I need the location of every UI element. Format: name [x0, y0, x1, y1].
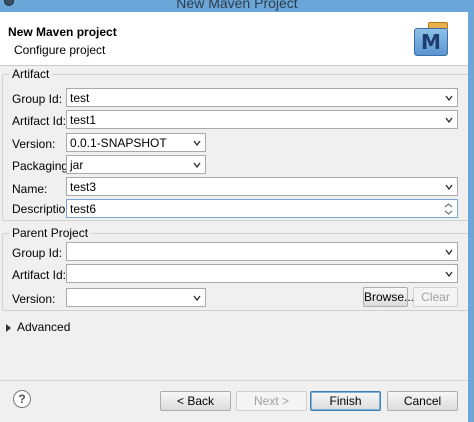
help-icon[interactable]: ? [13, 390, 31, 408]
version-label: Version: [12, 137, 56, 151]
expand-triangle-icon[interactable] [6, 323, 11, 332]
wizard-header: New Maven project Configure project M [0, 12, 474, 66]
parent-version-label: Version: [12, 292, 56, 306]
cancel-button[interactable]: Cancel [387, 391, 458, 411]
artifact-id-label: Artifact Id: [12, 114, 67, 128]
chevron-down-icon[interactable] [445, 116, 453, 124]
artifact-legend: Artifact [12, 67, 50, 81]
next-button[interactable]: Next > [236, 391, 307, 411]
group-id-label: Group Id: [12, 92, 63, 106]
artifact-id-value: test1 [70, 113, 97, 127]
parent-legend: Parent Project [12, 226, 89, 240]
packaging-label: Packaging: [12, 159, 72, 173]
packaging-combo[interactable]: jar [66, 155, 206, 174]
advanced-label: Advanced [17, 320, 71, 334]
name-value: test3 [70, 180, 97, 194]
parent-version-combo[interactable] [66, 288, 206, 307]
chevron-down-icon[interactable] [193, 139, 201, 147]
parent-group-id-label: Group Id: [12, 246, 63, 260]
chevron-down-icon[interactable] [445, 248, 453, 256]
window-title: New Maven Project [176, 0, 298, 11]
group-id-value: test [70, 91, 90, 105]
maven-logo-icon: M [414, 22, 452, 58]
logo-box: M [414, 28, 448, 56]
version-value: 0.0.1-SNAPSHOT [70, 136, 167, 150]
wizard-description: Configure project [14, 43, 106, 57]
footer-separator [0, 380, 474, 381]
group-id-combo[interactable]: test [66, 88, 458, 107]
chevron-down-icon[interactable] [445, 270, 453, 278]
logo-letter: M [421, 30, 441, 54]
back-button[interactable]: < Back [160, 391, 231, 411]
scroll-arrows-icon[interactable] [444, 202, 453, 216]
parent-group-id-combo[interactable] [66, 242, 458, 261]
chevron-down-icon[interactable] [445, 183, 453, 191]
finish-button[interactable]: Finish [310, 391, 381, 411]
parent-artifact-id-label: Artifact Id: [12, 268, 67, 282]
name-combo[interactable]: test3 [66, 177, 458, 196]
parent-artifact-id-combo[interactable] [66, 264, 458, 283]
advanced-toggle[interactable]: Advanced [6, 320, 70, 334]
wizard-title: New Maven project [8, 25, 117, 39]
window-frame-right [468, 0, 474, 422]
chevron-down-icon[interactable] [193, 161, 201, 169]
chevron-down-icon[interactable] [193, 294, 201, 302]
packaging-value: jar [70, 158, 84, 172]
description-value: test6 [70, 202, 97, 216]
chevron-down-icon[interactable] [445, 94, 453, 102]
description-field[interactable]: test6 [66, 199, 458, 218]
browse-button[interactable]: Browse... [363, 287, 414, 307]
version-combo[interactable]: 0.0.1-SNAPSHOT [66, 133, 206, 152]
name-label: Name: [12, 182, 48, 196]
artifact-id-combo[interactable]: test1 [66, 110, 458, 129]
clear-button[interactable]: Clear [413, 287, 458, 307]
window-titlebar: New Maven Project [0, 0, 474, 12]
